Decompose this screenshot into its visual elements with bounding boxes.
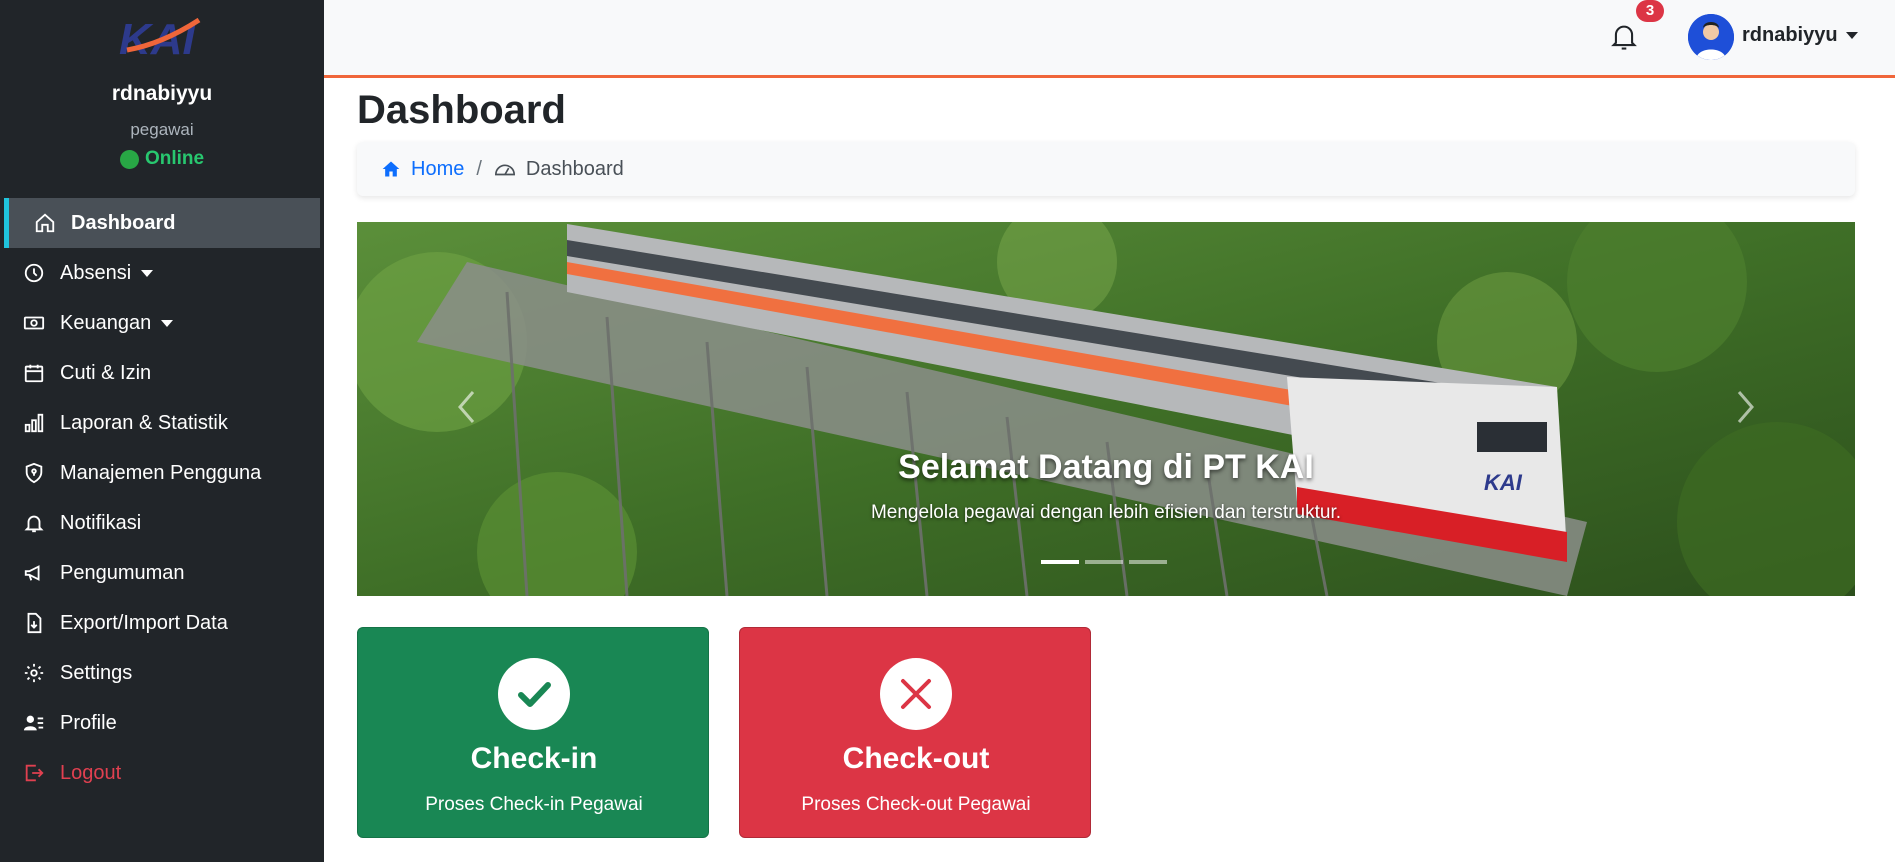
check-out-title: Check-out [842,742,990,775]
chevron-down-icon [161,319,174,327]
avatar[interactable] [1688,14,1734,60]
sidebar-item-keuangan[interactable]: Keuangan [0,298,324,348]
check-in-card[interactable]: Check-in Proses Check-in Pegawai [357,627,709,838]
page-title: Dashboard [357,88,566,132]
file-arrow-icon [22,611,46,635]
sidebar-item-pengumuman[interactable]: Pengumuman [0,548,324,598]
sidebar-nav: Dashboard Absensi Keuangan Cuti & Izin L… [0,198,324,798]
notification-count-badge: 3 [1636,0,1664,22]
bar-chart-icon [22,411,46,435]
home-icon [382,161,400,177]
svg-text:KAI: KAI [119,15,196,62]
breadcrumb-home-link[interactable]: Home [381,158,464,181]
gear-icon [22,661,46,685]
sidebar-user-role: pegawai [130,120,194,139]
sidebar-item-logout[interactable]: Logout [0,748,324,798]
clock-icon [22,261,46,285]
sidebar-item-label: Logout [60,761,122,784]
carousel-caption-text: Mengelola pegawai dengan lebih efisien d… [870,502,1342,523]
breadcrumb-current-label: Dashboard [525,157,624,180]
shield-icon [22,461,46,485]
check-out-card[interactable]: Check-out Proses Check-out Pegawai [739,627,1091,838]
breadcrumb: Home / Dashboard [357,142,1855,196]
sidebar-item-label: Settings [60,661,133,684]
online-status-label: Online [144,148,205,169]
home-icon [33,211,57,235]
check-circle-icon [498,658,570,730]
hero-carousel[interactable]: KAI Selamat Datang di PT KAI Mengelola p… [357,222,1855,596]
sidebar-item-export-import[interactable]: Export/Import Data [0,598,324,648]
logout-icon [22,761,46,785]
sidebar-item-label: Cuti & Izin [60,361,152,384]
megaphone-icon [22,561,46,585]
x-circle-icon [880,658,952,730]
kai-logo[interactable]: KAI [117,14,207,64]
carousel-caption-title: Selamat Datang di PT KAI [898,448,1314,486]
sidebar-item-label: Manajemen Pengguna [60,461,262,484]
carousel-next-button[interactable] [1725,382,1765,432]
online-status: Online [0,148,324,170]
sidebar-item-settings[interactable]: Settings [0,648,324,698]
speedometer-icon [494,164,515,176]
sidebar-item-label: Notifikasi [60,511,142,534]
sidebar-item-dashboard[interactable]: Dashboard [4,198,320,248]
calendar-icon [22,361,46,385]
sidebar-item-manajemen-pengguna[interactable]: Manajemen Pengguna [0,448,324,498]
sidebar: KAI rdnabiyyu pegawai Online Dashboard A… [0,0,324,862]
notification-bell-icon[interactable] [1610,22,1638,52]
carousel-prev-button[interactable] [447,382,487,432]
carousel-indicator-1[interactable] [1041,560,1079,564]
check-out-subtitle: Proses Check-out Pegawai [801,794,1031,815]
sidebar-item-cuti-izin[interactable]: Cuti & Izin [0,348,324,398]
sidebar-item-laporan-statistik[interactable]: Laporan & Statistik [0,398,324,448]
person-lines-icon [22,711,46,735]
chevron-down-icon [1845,32,1858,39]
sidebar-username: rdnabiyyu [111,82,213,105]
carousel-indicators [1041,560,1167,564]
check-in-title: Check-in [470,742,598,775]
user-menu-toggle[interactable]: rdnabiyyu [1742,24,1858,47]
sidebar-item-label: Keuangan [60,311,152,334]
online-dot-icon [119,149,139,169]
chevron-down-icon [141,269,154,277]
sidebar-item-label: Pengumuman [60,561,185,584]
sidebar-item-label: Dashboard [71,211,176,234]
train-banner-image: KAI [357,222,1855,596]
cash-icon [22,311,46,335]
sidebar-item-notifikasi[interactable]: Notifikasi [0,498,324,548]
sidebar-item-absensi[interactable]: Absensi [0,248,324,298]
breadcrumb-home-label: Home [411,157,465,180]
sidebar-item-profile[interactable]: Profile [0,698,324,748]
sidebar-item-label: Absensi [60,261,132,284]
sidebar-item-label: Export/Import Data [60,611,228,634]
sidebar-item-label: Laporan & Statistik [60,411,228,434]
carousel-indicator-3[interactable] [1129,560,1167,564]
sidebar-item-label: Profile [60,711,117,734]
check-in-subtitle: Proses Check-in Pegawai [425,794,643,815]
breadcrumb-separator: / [476,157,482,180]
bell-icon [22,511,46,535]
chevron-right-icon [1737,391,1754,423]
carousel-indicator-2[interactable] [1085,560,1123,564]
topbar-username: rdnabiyyu [1742,24,1838,46]
chevron-left-icon [458,391,475,423]
breadcrumb-current: Dashboard [494,158,624,181]
